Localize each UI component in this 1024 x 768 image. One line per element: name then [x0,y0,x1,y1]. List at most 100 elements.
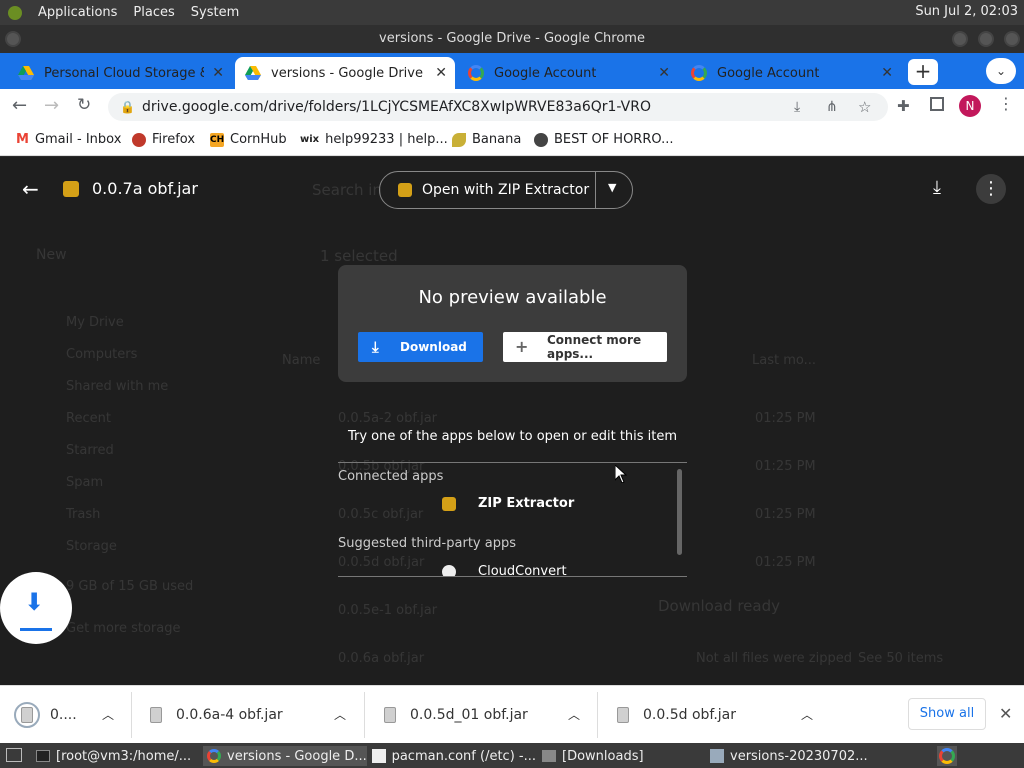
task-terminal[interactable]: [root@vm3:/home/... [36,746,198,766]
task-chrome[interactable]: versions - Google D... [203,746,367,766]
system-logo-icon[interactable] [8,5,22,20]
sidebar-item[interactable]: Trash [66,499,168,531]
bookmark-banana[interactable]: Banana [452,132,521,147]
terminal-icon [36,750,50,762]
download-icon[interactable]: ⤓ [933,177,941,198]
new-button-label: New [36,247,67,263]
open-with-button[interactable]: Open with ZIP Extractor ▼ [379,171,633,209]
download-filename: 0.0.5d obf.jar [643,707,736,723]
chevron-up-icon[interactable]: ︿ [801,706,813,723]
back-arrow-icon[interactable]: ← [22,177,39,201]
workspace-chrome-icon[interactable] [937,746,957,766]
close-tab-icon[interactable]: ✕ [212,65,224,81]
wix-icon: wix [300,134,320,145]
download-ready-title: Download ready [658,597,780,615]
show-all-button[interactable]: Show all [908,698,986,730]
download-item[interactable]: 0.0.5d obf.jar ︿ [617,686,827,744]
tab-search-button[interactable]: ⌄ [986,58,1016,84]
column-name[interactable]: Name [282,353,320,368]
file-row[interactable]: 0.0.5e-1 obf.jar [338,587,437,635]
window-menu-icon[interactable] [5,31,21,47]
tab-personal-cloud[interactable]: Personal Cloud Storage & F ✕ [8,57,232,89]
connect-more-apps-button[interactable]: + Connect more apps... [503,332,667,362]
task-editor[interactable]: pacman.conf (/etc) -... [372,746,536,766]
file-time: 01:25 PM [755,507,816,522]
bookmark-gmail[interactable]: M Gmail - Inbox [16,132,121,147]
tab-google-account-1[interactable]: Google Account ✕ [458,57,678,89]
new-tab-button[interactable]: + [908,59,938,85]
install-icon[interactable]: ⤓ [794,93,800,121]
column-modified[interactable]: Last mo... [752,353,816,368]
bookmark-help[interactable]: wix help99233 | help... [300,132,448,147]
bookmark-star-icon[interactable]: ☆ [858,93,871,121]
maximize-icon[interactable] [978,31,994,47]
tab-versions[interactable]: versions - Google Drive ✕ [235,57,455,89]
download-progress-fab[interactable]: ⬇ [0,572,72,644]
back-icon[interactable]: ← [12,95,27,116]
task-label: versions-20230702... [730,748,868,764]
storage-text: 9 GB of 15 GB used [66,579,194,594]
sidebar-item[interactable]: Recent [66,403,168,435]
window-titlebar: versions - Google Drive - Google Chrome [0,25,1024,53]
download-label: Download [400,340,467,354]
sidebar-item[interactable]: Starred [66,435,168,467]
zipped-link[interactable]: See 50 items [858,651,943,666]
close-tab-icon[interactable]: ✕ [435,65,447,81]
lock-icon[interactable]: 🔒 [120,93,135,121]
sidebar-item[interactable]: Computers [66,339,168,371]
tab-google-account-2[interactable]: Google Account ✕ [681,57,901,89]
download-filename: 0.0.5d_01 obf.jar [410,707,528,723]
menu-system[interactable]: System [191,5,239,20]
background-drive: Search in New 1 selected My Drive Comput… [0,157,1024,685]
app-cloudconvert[interactable]: CloudConvert [442,564,567,576]
address-bar[interactable]: 🔒 drive.google.com/drive/folders/1LCjYCS… [108,93,888,121]
bookmark-cornhub[interactable]: CH CornHub [210,132,287,147]
menu-places[interactable]: Places [133,5,174,20]
chevron-up-icon[interactable]: ︿ [334,706,346,723]
sidebar-item[interactable]: My Drive [66,307,168,339]
reload-icon[interactable]: ↻ [77,95,91,115]
download-item[interactable]: 0.0.5d_01 obf.jar ︿ [384,686,594,744]
sidebar-item[interactable]: Shared with me [66,371,168,403]
close-downloads-icon[interactable]: ✕ [999,704,1012,723]
close-tab-icon[interactable]: ✕ [658,65,670,81]
dropdown-arrow-icon[interactable]: ▼ [608,181,616,194]
menu-applications[interactable]: Applications [38,5,117,20]
chevron-up-icon[interactable]: ︿ [568,706,580,723]
profile-avatar[interactable]: N [959,95,981,117]
window-title: versions - Google Drive - Google Chrome [379,31,645,46]
task-archive[interactable]: versions-20230702... [710,746,870,766]
sidepanel-icon[interactable] [930,97,944,111]
bookmark-firefox[interactable]: Firefox [132,132,195,147]
download-item[interactable]: 0.... ︿ [14,686,120,744]
forward-icon[interactable]: → [44,95,59,116]
bookmark-label: BEST OF HORRO... [554,132,674,147]
more-options-icon[interactable]: ⋮ [976,174,1006,204]
close-tab-icon[interactable]: ✕ [881,65,893,81]
file-viewer: Search in New 1 selected My Drive Comput… [0,157,1024,685]
chevron-up-icon[interactable]: ︿ [102,706,114,723]
sidebar-item[interactable]: Spam [66,467,168,499]
app-zip-extractor[interactable]: ZIP Extractor [442,496,574,511]
clock[interactable]: Sun Jul 2, 02:03 [915,4,1018,19]
download-item[interactable]: 0.0.6a-4 obf.jar ︿ [150,686,360,744]
close-window-icon[interactable] [1004,31,1020,47]
tab-label: versions - Google Drive [271,65,423,81]
task-downloads[interactable]: [Downloads] [542,746,702,766]
apps-scrollbar[interactable] [677,469,682,555]
bookmark-horror[interactable]: BEST OF HORRO... [534,132,673,147]
file-row[interactable]: 0.0.6a obf.jar [338,635,437,683]
chrome-menu-icon[interactable]: ⋮ [998,94,1014,113]
no-preview-dialog: No preview available [338,265,687,382]
extensions-icon[interactable]: ✚ [897,97,910,115]
minimize-icon[interactable] [952,31,968,47]
download-filename: 0.0.6a-4 obf.jar [176,707,283,723]
share-icon[interactable]: ⋔ [826,93,838,121]
show-desktop-icon[interactable] [6,748,22,762]
zip-file-icon [63,181,79,197]
bookmarks-bar: M Gmail - Inbox Firefox CH CornHub wix h… [0,124,1024,156]
sidebar-item[interactable]: Storage [66,531,168,563]
storage-link[interactable]: Get more storage [66,621,181,636]
download-button[interactable]: ⤓ Download [358,332,483,362]
task-label: versions - Google D... [227,748,367,764]
